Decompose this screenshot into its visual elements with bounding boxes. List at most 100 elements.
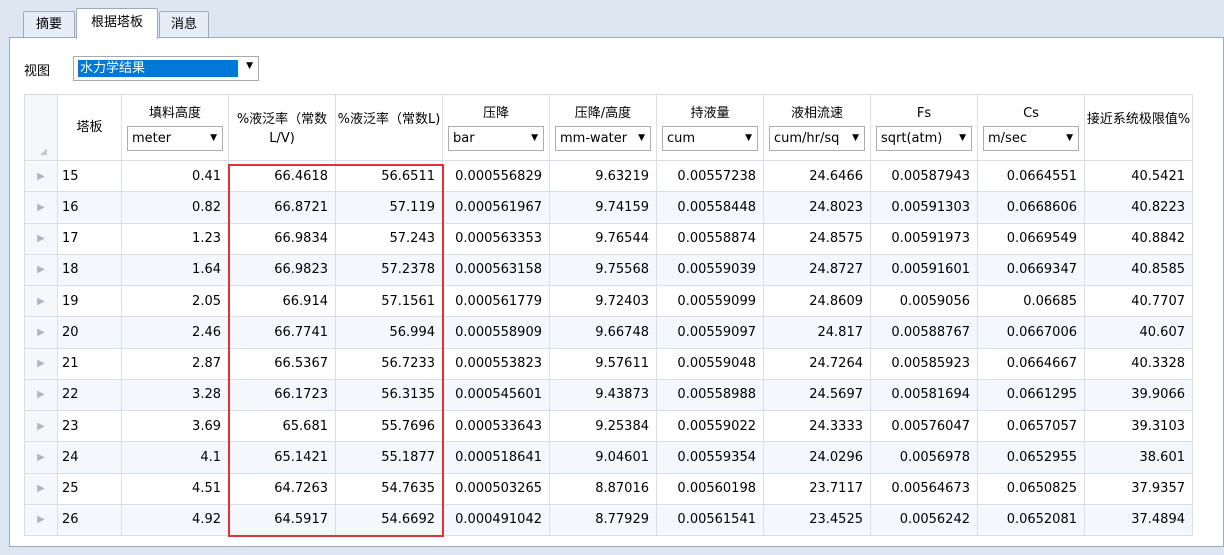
table-cell[interactable]: 9.74159 xyxy=(549,191,657,224)
table-cell[interactable]: 65.1421 xyxy=(228,441,336,474)
table-cell[interactable]: 26 xyxy=(57,503,122,537)
table-cell[interactable]: 0.0661295 xyxy=(977,378,1085,412)
table-cell[interactable]: 0.000561779 xyxy=(442,284,550,318)
table-cell[interactable]: 22 xyxy=(57,378,122,412)
table-cell[interactable]: 0.0664551 xyxy=(977,159,1085,193)
table-cell[interactable]: 0.00558874 xyxy=(656,222,764,255)
table-cell[interactable]: 0.0056978 xyxy=(870,441,978,474)
column-header[interactable]: Fs sqrt(atm) ▼ xyxy=(870,94,978,161)
table-cell[interactable]: 0.00559039 xyxy=(656,253,764,287)
grid-corner[interactable]: ◢ xyxy=(24,94,58,161)
table-cell[interactable]: 0.06685 xyxy=(977,284,1085,318)
table-cell[interactable]: 23.7117 xyxy=(763,472,871,505)
table-row[interactable]: ▶ 26 4.92 64.5917 54.6692 0.000491042 8.77929 0… xyxy=(24,503,1193,537)
table-cell[interactable]: 0.00591601 xyxy=(870,253,978,287)
table-cell[interactable]: 0.000563158 xyxy=(442,253,550,287)
row-selector[interactable]: ▶ xyxy=(24,347,58,380)
table-cell[interactable]: 9.43873 xyxy=(549,378,657,412)
table-row[interactable]: ▶ 17 1.23 66.9834 57.243 0.000563353 9.76544 0.… xyxy=(24,222,1193,255)
table-cell[interactable]: 0.00559048 xyxy=(656,347,764,380)
table-cell[interactable]: 0.00591973 xyxy=(870,222,978,255)
table-cell[interactable]: 40.8585 xyxy=(1084,253,1193,287)
table-cell[interactable]: 0.00559022 xyxy=(656,409,764,443)
table-cell[interactable]: 1.23 xyxy=(121,222,229,255)
table-cell[interactable]: 0.000503265 xyxy=(442,472,550,505)
row-selector[interactable]: ▶ xyxy=(24,316,58,349)
table-cell[interactable]: 0.0657057 xyxy=(977,409,1085,443)
table-cell[interactable]: 24.5697 xyxy=(763,378,871,412)
table-cell[interactable]: 9.76544 xyxy=(549,222,657,255)
table-cell[interactable]: 2.05 xyxy=(121,284,229,318)
table-cell[interactable]: 0.00559097 xyxy=(656,316,764,349)
row-selector[interactable]: ▶ xyxy=(24,378,58,412)
row-selector[interactable]: ▶ xyxy=(24,159,58,193)
table-cell[interactable]: 9.57611 xyxy=(549,347,657,380)
table-cell[interactable]: 0.0664667 xyxy=(977,347,1085,380)
table-cell[interactable]: 66.9834 xyxy=(228,222,336,255)
table-cell[interactable]: 8.77929 xyxy=(549,503,657,537)
table-cell[interactable]: 24.8575 xyxy=(763,222,871,255)
table-cell[interactable]: 9.04601 xyxy=(549,441,657,474)
table-cell[interactable]: 0.000558909 xyxy=(442,316,550,349)
table-cell[interactable]: 0.00564673 xyxy=(870,472,978,505)
table-cell[interactable]: 19 xyxy=(57,284,122,318)
column-header[interactable]: %液泛率（常数L) xyxy=(335,94,443,161)
tab-summary[interactable]: 摘要 xyxy=(23,11,75,38)
table-cell[interactable]: 0.41 xyxy=(121,159,229,193)
table-cell[interactable]: 0.000561967 xyxy=(442,191,550,224)
table-cell[interactable]: 24.8609 xyxy=(763,284,871,318)
table-cell[interactable]: 55.1877 xyxy=(335,441,443,474)
table-cell[interactable]: 24.817 xyxy=(763,316,871,349)
tab-by-stage[interactable]: 根据塔板 xyxy=(76,8,158,39)
unit-select[interactable]: cum ▼ xyxy=(662,126,758,151)
table-cell[interactable]: 0.000556829 xyxy=(442,159,550,193)
table-cell[interactable]: 39.3103 xyxy=(1084,409,1193,443)
table-cell[interactable]: 4.92 xyxy=(121,503,229,537)
table-cell[interactable]: 0.0652955 xyxy=(977,441,1085,474)
table-cell[interactable]: 0.0650825 xyxy=(977,472,1085,505)
table-cell[interactable]: 0.000491042 xyxy=(442,503,550,537)
tab-messages[interactable]: 消息 xyxy=(159,11,209,38)
table-cell[interactable]: 0.00576047 xyxy=(870,409,978,443)
table-cell[interactable]: 9.25384 xyxy=(549,409,657,443)
row-selector[interactable]: ▶ xyxy=(24,191,58,224)
table-cell[interactable]: 54.7635 xyxy=(335,472,443,505)
table-cell[interactable]: 40.7707 xyxy=(1084,284,1193,318)
row-selector[interactable]: ▶ xyxy=(24,441,58,474)
column-header[interactable]: 塔板 xyxy=(57,94,122,161)
table-cell[interactable]: 65.681 xyxy=(228,409,336,443)
table-cell[interactable]: 0.0669347 xyxy=(977,253,1085,287)
unit-select[interactable]: m/sec ▼ xyxy=(983,126,1079,151)
table-cell[interactable]: 56.6511 xyxy=(335,159,443,193)
table-row[interactable]: ▶ 21 2.87 66.5367 56.7233 0.000553823 9.57611 0… xyxy=(24,347,1193,380)
table-row[interactable]: ▶ 22 3.28 66.1723 56.3135 0.000545601 9.43873 0… xyxy=(24,378,1193,412)
table-row[interactable]: ▶ 18 1.64 66.9823 57.2378 0.000563158 9.75568 0… xyxy=(24,253,1193,287)
table-row[interactable]: ▶ 15 0.41 66.4618 56.6511 0.000556829 9.63219 0… xyxy=(24,159,1193,193)
table-cell[interactable]: 37.9357 xyxy=(1084,472,1193,505)
table-cell[interactable]: 56.3135 xyxy=(335,378,443,412)
column-header[interactable]: Cs m/sec ▼ xyxy=(977,94,1085,161)
table-cell[interactable]: 0.00558988 xyxy=(656,378,764,412)
table-cell[interactable]: 37.4894 xyxy=(1084,503,1193,537)
table-cell[interactable]: 15 xyxy=(57,159,122,193)
table-cell[interactable]: 40.607 xyxy=(1084,316,1193,349)
table-cell[interactable]: 8.87016 xyxy=(549,472,657,505)
table-cell[interactable]: 0.00585923 xyxy=(870,347,978,380)
column-header[interactable]: 液相流速 cum/hr/sq ▼ xyxy=(763,94,871,161)
table-cell[interactable]: 66.4618 xyxy=(228,159,336,193)
table-cell[interactable]: 0.00557238 xyxy=(656,159,764,193)
table-row[interactable]: ▶ 20 2.46 66.7741 56.994 0.000558909 9.66748 0.… xyxy=(24,316,1193,349)
table-cell[interactable]: 0.0059056 xyxy=(870,284,978,318)
row-selector[interactable]: ▶ xyxy=(24,253,58,287)
table-cell[interactable]: 0.82 xyxy=(121,191,229,224)
table-cell[interactable]: 21 xyxy=(57,347,122,380)
table-cell[interactable]: 16 xyxy=(57,191,122,224)
table-cell[interactable]: 57.1561 xyxy=(335,284,443,318)
table-cell[interactable]: 56.994 xyxy=(335,316,443,349)
table-cell[interactable]: 0.00559099 xyxy=(656,284,764,318)
table-cell[interactable]: 23.4525 xyxy=(763,503,871,537)
table-cell[interactable]: 0.00587943 xyxy=(870,159,978,193)
table-cell[interactable]: 1.64 xyxy=(121,253,229,287)
unit-select[interactable]: sqrt(atm) ▼ xyxy=(876,126,972,151)
row-selector[interactable]: ▶ xyxy=(24,284,58,318)
